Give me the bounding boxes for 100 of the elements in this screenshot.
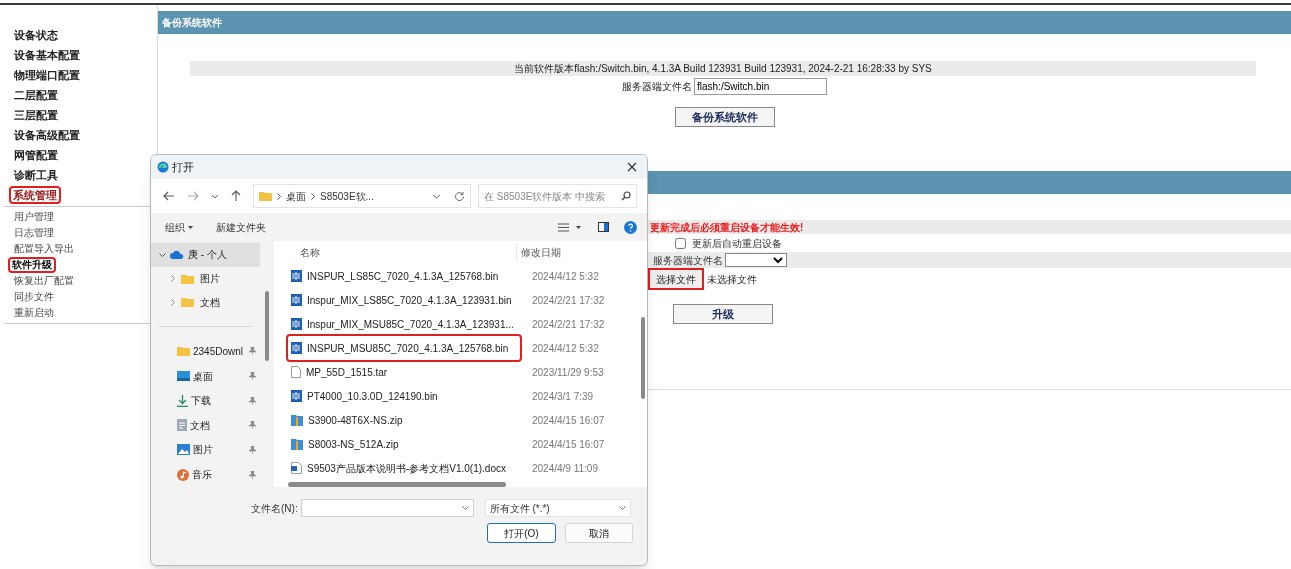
submenu-item[interactable]: 软件升级 <box>10 259 54 271</box>
sidebar-item[interactable]: 设备高级配置 <box>12 128 82 142</box>
nav-item[interactable]: 图片 <box>151 266 260 291</box>
quick-access-item[interactable]: 音乐 <box>151 462 260 487</box>
submenu-item[interactable]: 配置导入导出 <box>12 243 76 255</box>
pin-icon[interactable] <box>249 347 256 356</box>
sidebar-item[interactable]: 设备基本配置 <box>12 48 82 62</box>
nav-item[interactable]: 庚 - 个人 <box>151 243 260 267</box>
pin-icon[interactable] <box>249 421 256 430</box>
version-text: 当前软件版本flash:/Switch.bin, 4.1.3A Build 123931 Build 123931, 2024-2-21 16:28:33 by SYS <box>514 62 932 76</box>
sidebar-item[interactable]: 物理端口配置 <box>12 68 82 82</box>
binary-file-icon <box>291 294 302 306</box>
pin-icon[interactable] <box>249 396 256 405</box>
organize-menu[interactable]: 组织 <box>165 219 185 235</box>
close-icon[interactable] <box>627 162 637 172</box>
word-file-icon <box>291 462 302 474</box>
caret-icon[interactable] <box>576 225 581 229</box>
file-status: 未选择文件 <box>707 272 757 287</box>
file-row[interactable]: S9503产品版本说明书-参考文档V1.0(1).docx 2024/4/9 11:09 <box>288 456 638 480</box>
caret-icon[interactable] <box>188 225 193 229</box>
file-row[interactable]: INSPUR_LS85C_7020_4.1.3A_125768.bin 2024/4/12 5:32 <box>288 264 638 288</box>
address-bar[interactable]: 桌面 S8503E软... <box>253 184 471 208</box>
chevron-down-icon[interactable] <box>461 506 469 510</box>
file-icon <box>291 366 301 378</box>
quick-access-item[interactable]: 图片 <box>151 437 260 463</box>
search-icon[interactable] <box>621 191 631 201</box>
open-button[interactable]: 打开(O) <box>487 523 556 543</box>
filename-select[interactable] <box>725 253 787 267</box>
submenu-item[interactable]: 同步文件 <box>12 291 56 303</box>
submenu-item[interactable]: 重新启动 <box>12 307 56 319</box>
file-row[interactable]: MP_55D_1515.tar 2023/11/29 9:53 <box>288 360 638 384</box>
quick-access-item[interactable]: 下载 <box>151 388 260 413</box>
cancel-button[interactable]: 取消 <box>565 523 633 543</box>
binary-file-icon <box>291 270 302 282</box>
chevron-down-icon[interactable] <box>159 252 166 257</box>
refresh-icon[interactable] <box>454 190 465 202</box>
checkbox[interactable] <box>675 237 686 249</box>
sidebar-item[interactable]: 二层配置 <box>12 88 60 102</box>
scrollbar-thumb[interactable] <box>640 317 645 399</box>
document-icon <box>177 419 187 432</box>
column-header[interactable]: 名称 <box>288 245 516 260</box>
breadcrumb-item[interactable]: S8503E软... <box>320 188 374 204</box>
quick-access-item[interactable]: 2345Downl <box>151 339 260 364</box>
up-icon[interactable] <box>231 190 241 202</box>
folder-icon <box>181 297 194 308</box>
search-field[interactable]: 在 S8503E软件版本 中搜索 <box>478 184 637 208</box>
field-label: 服务器端文件名 <box>622 80 692 94</box>
chevron-down-icon[interactable] <box>211 193 219 199</box>
dialog-title: 打开 <box>172 159 194 175</box>
breadcrumb-item[interactable]: 桌面 <box>286 188 306 204</box>
scrollbar-thumb[interactable] <box>288 482 506 487</box>
preview-pane-icon[interactable] <box>598 222 609 232</box>
chevron-down-icon[interactable] <box>432 193 441 199</box>
chevron-right-icon[interactable] <box>171 275 175 282</box>
file-row[interactable]: INSPUR_MSU85C_7020_4.1.3A_125768.bin 2024/4/12 5:32 <box>288 336 638 360</box>
section-title: 备份系统软件 <box>162 16 222 30</box>
quick-access-item[interactable]: 桌面 <box>151 363 260 389</box>
binary-file-icon <box>291 342 302 354</box>
field-label: 服务器端文件名 <box>653 253 723 268</box>
chevron-down-icon[interactable] <box>618 506 626 510</box>
filename-field[interactable] <box>300 499 474 517</box>
upgrade-button[interactable]: 升级 <box>673 304 773 325</box>
music-icon <box>177 468 189 481</box>
choose-file-button[interactable]: 选择文件 <box>648 268 704 290</box>
submenu-item[interactable]: 用户管理 <box>12 211 56 223</box>
new-folder-button[interactable]: 新建文件夹 <box>216 219 266 235</box>
cloud-icon <box>170 250 184 260</box>
sidebar-item[interactable]: 设备状态 <box>12 28 60 42</box>
checkbox-label: 更新后自动重启设备 <box>692 236 782 251</box>
submenu-item[interactable]: 日志管理 <box>12 227 56 239</box>
file-type-dropdown[interactable]: 所有文件 (*.*) <box>484 499 631 517</box>
back-icon[interactable] <box>163 191 175 201</box>
backup-button[interactable]: 备份系统软件 <box>674 107 775 127</box>
filename-input[interactable]: flash:/Switch.bin <box>694 78 827 95</box>
file-row[interactable]: PT4000_10.3.0D_124190.bin 2024/3/1 7:39 <box>288 384 638 408</box>
sidebar-item[interactable]: 三层配置 <box>12 108 60 122</box>
sidebar-item[interactable]: 诊断工具 <box>12 168 60 182</box>
chevron-right-icon[interactable] <box>171 298 175 306</box>
file-row[interactable]: S3900-48T6X-NS.zip 2024/4/15 16:07 <box>288 408 638 432</box>
warning-text: 更新完成后必须重启设备才能生效! <box>650 220 804 235</box>
pin-icon[interactable] <box>249 445 256 454</box>
forward-icon[interactable] <box>187 191 199 201</box>
sidebar-item[interactable]: 系统管理 <box>11 188 59 202</box>
column-header[interactable]: 修改日期 <box>516 245 561 260</box>
pin-icon[interactable] <box>249 470 256 479</box>
picture-icon <box>177 444 190 456</box>
quick-access-item[interactable]: 文档 <box>151 413 260 438</box>
file-row[interactable]: S8003-NS_512A.zip 2024/4/15 16:07 <box>288 432 638 456</box>
view-menu-icon[interactable] <box>558 222 569 232</box>
scrollbar-thumb[interactable] <box>265 291 269 361</box>
pin-icon[interactable] <box>249 372 256 380</box>
desktop-icon <box>177 371 190 381</box>
submenu-item[interactable]: 恢复出厂配置 <box>12 275 76 287</box>
sidebar-item[interactable]: 网管配置 <box>12 148 60 162</box>
zip-file-icon <box>291 414 303 426</box>
help-icon[interactable] <box>624 220 637 234</box>
nav-item[interactable]: 文档 <box>151 290 260 314</box>
binary-file-icon <box>291 390 302 402</box>
file-row[interactable]: Inspur_MIX_LS85C_7020_4.1.3A_123931.bin 2024/2/21 17:32 <box>288 288 638 312</box>
file-row[interactable]: Inspur_MIX_MSU85C_7020_4.1.3A_123931... 2024/2/21 17:32 <box>288 312 638 336</box>
